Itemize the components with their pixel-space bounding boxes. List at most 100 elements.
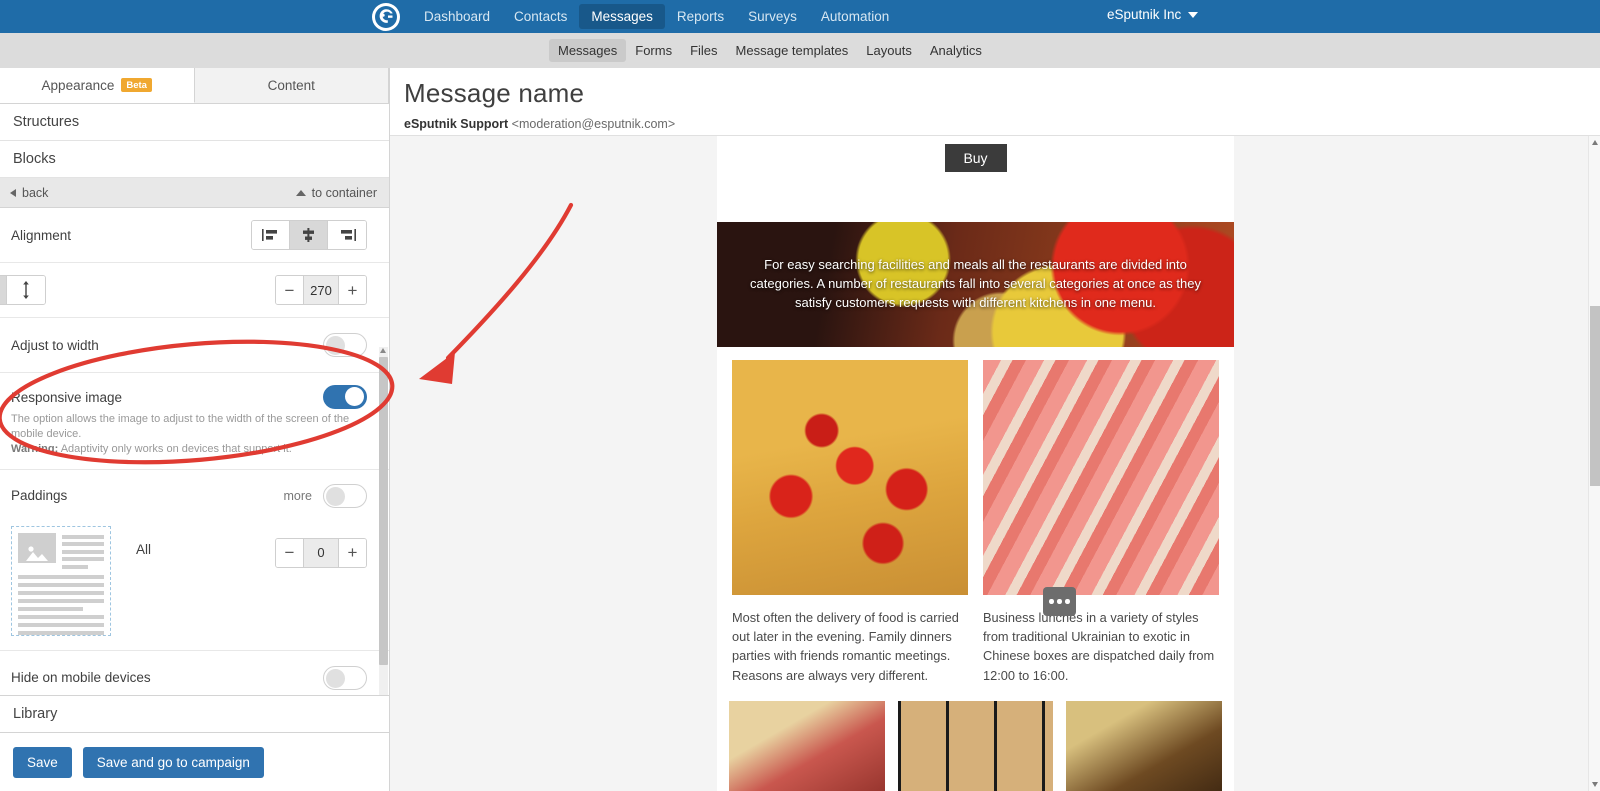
- canvas-scroll-up-icon[interactable]: [1592, 140, 1598, 145]
- tab-appearance[interactable]: Appearance Beta: [0, 68, 195, 103]
- nav-item-reports[interactable]: Reports: [665, 4, 736, 29]
- three-column-block: [717, 685, 1234, 791]
- size-width-button[interactable]: [0, 276, 8, 304]
- hide-on-mobile-label: Hide on mobile devices: [11, 670, 151, 686]
- nav-item-contacts[interactable]: Contacts: [502, 4, 579, 29]
- right-column-text: Business lunches in a variety of styles …: [983, 610, 1215, 683]
- align-right-button[interactable]: [328, 221, 366, 249]
- align-left-button[interactable]: [252, 221, 290, 249]
- adjust-to-width-toggle[interactable]: [323, 333, 367, 357]
- paddings-all-label: All: [136, 541, 152, 557]
- coffee-beans-photo[interactable]: [897, 700, 1054, 791]
- nav-item-automation[interactable]: Automation: [809, 4, 901, 29]
- paddings-editor: All − 0 +: [0, 522, 389, 651]
- save-button[interactable]: Save: [13, 746, 72, 778]
- nav-item-dashboard[interactable]: Dashboard: [412, 4, 502, 29]
- page-title[interactable]: Message name: [404, 78, 1600, 109]
- property-size: Size − 270 +: [0, 263, 389, 318]
- accordion-library[interactable]: Library: [0, 695, 389, 733]
- salmon-rolls-photo[interactable]: [983, 360, 1219, 595]
- save-and-go-to-campaign-button[interactable]: Save and go to campaign: [82, 746, 264, 778]
- canvas-scroll-down-icon[interactable]: [1592, 782, 1598, 787]
- account-menu[interactable]: eSputnik Inc: [1107, 7, 1199, 22]
- sender-email: <moderation@esputnik.com>: [511, 117, 676, 131]
- scroll-up-icon[interactable]: [380, 348, 386, 353]
- alignment-label: Alignment: [11, 227, 72, 243]
- left-column-text: Most often the delivery of food is carri…: [732, 610, 959, 683]
- layout-preview-icon: [11, 525, 111, 636]
- beta-badge: Beta: [121, 78, 152, 92]
- sender-name: eSputnik Support: [404, 117, 509, 131]
- sidebar-scrollbar[interactable]: [379, 347, 388, 695]
- size-height-button[interactable]: [7, 276, 46, 304]
- message-editor: Message name eSputnik Support <moderatio…: [390, 68, 1600, 791]
- top-nav-items: Dashboard Contacts Messages Reports Surv…: [412, 4, 901, 29]
- to-container-button[interactable]: to container: [295, 186, 377, 200]
- back-label: back: [22, 185, 49, 200]
- nav-item-messages[interactable]: Messages: [579, 4, 665, 29]
- responsive-image-label: Responsive image: [11, 389, 123, 405]
- height-arrow-icon: [23, 281, 30, 299]
- buy-button[interactable]: Buy: [944, 144, 1007, 172]
- hero-banner-block[interactable]: For easy searching facilities and meals …: [717, 222, 1234, 347]
- subnav-item-forms[interactable]: Forms: [626, 39, 681, 62]
- sender-line: eSputnik Support <moderation@esputnik.co…: [404, 117, 1600, 131]
- paddings-increment-button[interactable]: +: [339, 538, 366, 567]
- top-navigation-bar: Dashboard Contacts Messages Reports Surv…: [0, 0, 1600, 33]
- nav-item-surveys[interactable]: Surveys: [736, 4, 809, 29]
- property-alignment: Alignment: [0, 208, 389, 263]
- canvas-scroll-thumb[interactable]: [1590, 306, 1600, 486]
- sub-nav-items: Messages Forms Files Message templates L…: [549, 39, 991, 62]
- canvas-scrollbar[interactable]: [1588, 136, 1600, 791]
- hide-on-mobile-toggle[interactable]: [323, 665, 367, 690]
- subnav-item-message-templates[interactable]: Message templates: [727, 39, 858, 62]
- paddings-more-toggle[interactable]: [323, 483, 367, 508]
- responsive-image-warning-prefix: Warning:: [11, 442, 59, 455]
- canape-photo[interactable]: [732, 360, 968, 595]
- meat-platter-photo[interactable]: [729, 700, 885, 791]
- sidebar-tabs: Appearance Beta Content: [0, 68, 389, 104]
- align-right-icon: [340, 229, 356, 241]
- paddings-label: Paddings: [11, 488, 68, 504]
- property-paddings: Paddings more: [0, 470, 389, 522]
- subnav-item-files[interactable]: Files: [681, 39, 726, 62]
- paddings-decrement-button[interactable]: −: [276, 538, 303, 567]
- email-body: Buy For easy searching facilities and me…: [717, 136, 1234, 791]
- chevron-down-icon: [1188, 11, 1199, 18]
- hero-banner-text: For easy searching facilities and meals …: [750, 257, 1201, 310]
- align-center-button[interactable]: [290, 221, 328, 249]
- editor-header: Message name eSputnik Support <moderatio…: [390, 68, 1600, 136]
- account-name: eSputnik Inc: [1107, 7, 1182, 22]
- responsive-image-warning-text: Adaptivity only works on devices that su…: [58, 442, 292, 455]
- sidebar-scroll-thumb[interactable]: [379, 357, 388, 665]
- align-center-icon: [303, 228, 314, 242]
- properties-scroll-area: Alignment Size: [0, 208, 389, 695]
- align-left-icon: [262, 229, 277, 241]
- esputnik-logo-icon[interactable]: [372, 3, 400, 31]
- email-canvas: Buy For easy searching facilities and me…: [390, 136, 1600, 791]
- tab-appearance-label: Appearance: [41, 77, 115, 93]
- paddings-stepper: − 0 +: [275, 537, 367, 568]
- subnav-item-messages[interactable]: Messages: [549, 39, 627, 62]
- paddings-more-label: more: [283, 488, 312, 503]
- back-button[interactable]: back: [10, 186, 48, 200]
- chevron-up-icon: [295, 189, 306, 196]
- responsive-image-toggle[interactable]: [323, 385, 367, 409]
- grilled-dish-photo[interactable]: [1066, 700, 1223, 791]
- size-decrement-button[interactable]: −: [276, 276, 303, 304]
- alignment-options: [251, 220, 367, 250]
- paddings-value[interactable]: 0: [303, 538, 339, 567]
- tab-content[interactable]: Content: [194, 68, 389, 103]
- breadcrumb: back to container: [0, 178, 389, 208]
- sub-navigation-bar: Messages Forms Files Message templates L…: [0, 33, 1600, 68]
- subnav-item-analytics[interactable]: Analytics: [921, 39, 991, 62]
- more-options-icon[interactable]: [1043, 587, 1076, 616]
- size-stepper: − 270 +: [275, 275, 367, 305]
- size-value[interactable]: 270: [303, 276, 339, 304]
- accordion-blocks[interactable]: Blocks: [0, 141, 389, 178]
- left-column: Most often the delivery of food is carri…: [732, 360, 968, 685]
- adjust-to-width-label: Adjust to width: [11, 337, 99, 353]
- accordion-structures[interactable]: Structures: [0, 104, 389, 141]
- subnav-item-layouts[interactable]: Layouts: [857, 39, 921, 62]
- size-increment-button[interactable]: +: [339, 276, 366, 304]
